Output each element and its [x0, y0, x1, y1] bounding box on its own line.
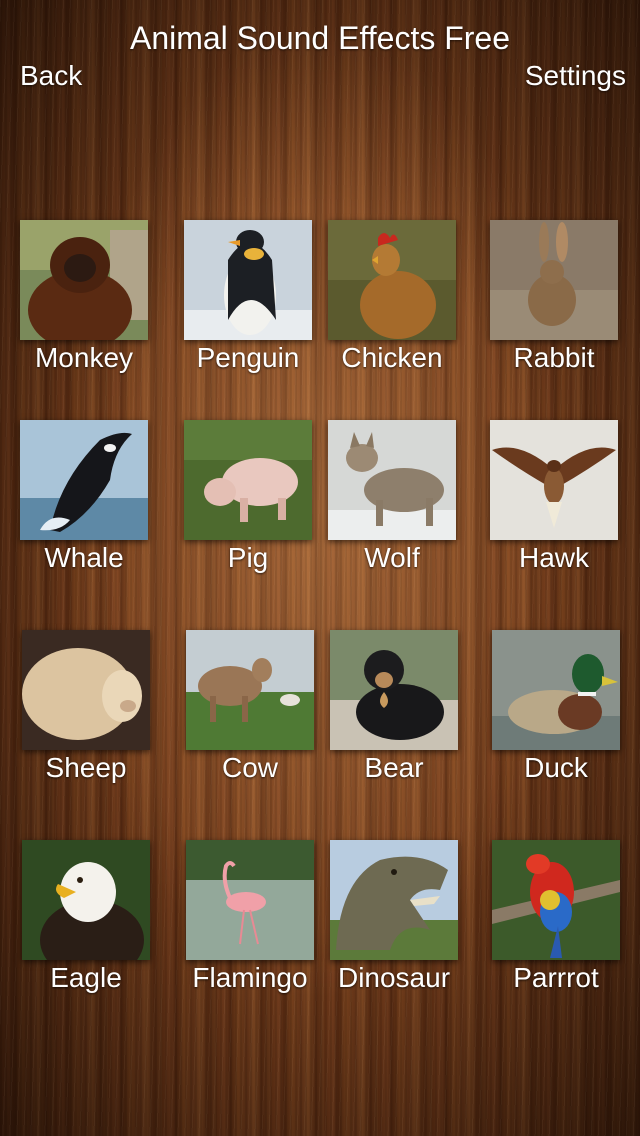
- wolf-photo: [328, 420, 456, 540]
- eagle-photo: [22, 840, 150, 960]
- cow-photo: [186, 630, 314, 750]
- penguin-photo: [184, 220, 312, 340]
- animal-label: Monkey: [34, 342, 134, 373]
- animal-tile-whale[interactable]: Whale: [4, 420, 164, 590]
- monkey-photo: [20, 220, 148, 340]
- rabbit-photo: [490, 220, 618, 340]
- animal-tile-duck[interactable]: Duck: [476, 630, 636, 800]
- animal-label: Chicken: [341, 342, 443, 373]
- page-title: Animal Sound Effects Free: [129, 20, 511, 56]
- animal-tile-sheep[interactable]: Sheep: [6, 630, 166, 800]
- flamingo-photo: [186, 840, 314, 960]
- animal-label: Rabbit: [513, 342, 595, 373]
- animal-tile-wolf[interactable]: Wolf: [312, 420, 472, 590]
- back-button[interactable]: Back: [20, 60, 82, 92]
- parrot-photo: [492, 840, 620, 960]
- duck-photo: [492, 630, 620, 750]
- chicken-photo: [328, 220, 456, 340]
- animal-label: Whale: [44, 542, 124, 573]
- dinosaur-photo: [330, 840, 458, 960]
- animal-tile-eagle[interactable]: Eagle: [6, 840, 166, 1010]
- animal-label: Dinosaur: [337, 962, 451, 993]
- animal-tile-hawk[interactable]: Hawk: [474, 420, 634, 590]
- animal-label: Eagle: [50, 962, 122, 993]
- animal-label: Duck: [524, 752, 588, 783]
- whale-photo: [20, 420, 148, 540]
- animal-tile-parrot[interactable]: Parrrot: [476, 840, 636, 1010]
- pig-photo: [184, 420, 312, 540]
- animal-tile-chicken[interactable]: Chicken: [312, 220, 472, 390]
- animal-tile-rabbit[interactable]: Rabbit: [474, 220, 634, 390]
- animal-label: Sheep: [45, 752, 127, 783]
- settings-button[interactable]: Settings: [525, 60, 626, 92]
- animal-label: Hawk: [518, 542, 589, 573]
- animal-label: Wolf: [364, 542, 420, 573]
- animal-tile-bear[interactable]: Bear: [314, 630, 474, 800]
- animal-tile-dinosaur[interactable]: Dinosaur: [314, 840, 474, 1010]
- animal-tile-monkey[interactable]: Monkey: [4, 220, 164, 390]
- animal-label: Bear: [364, 752, 424, 783]
- animal-label: Parrrot: [513, 962, 599, 993]
- hawk-photo: [490, 420, 618, 540]
- bear-photo: [330, 630, 458, 750]
- sheep-photo: [22, 630, 150, 750]
